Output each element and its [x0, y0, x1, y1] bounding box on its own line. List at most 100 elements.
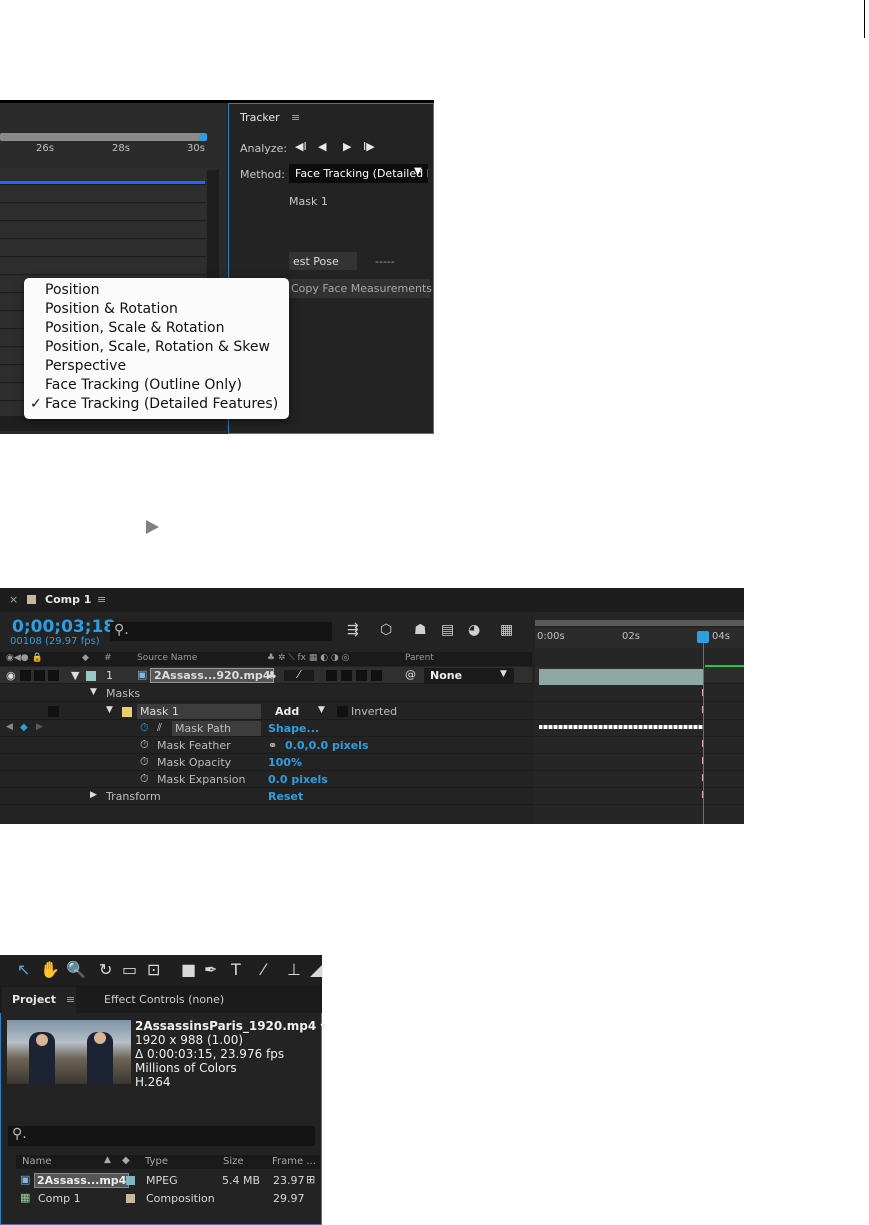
mask-path-value[interactable]: Shape... [268, 722, 319, 735]
stopwatch-icon[interactable]: ⏱ [140, 772, 149, 786]
expand-arrow-icon[interactable]: ▶ [90, 790, 97, 800]
menu-item[interactable]: Position & Rotation [45, 301, 178, 317]
label-color-swatch[interactable] [86, 671, 96, 681]
prev-keyframe-icon[interactable]: ◀ [6, 722, 13, 732]
search-icon[interactable]: ⚲. [114, 622, 129, 638]
sort-ascending-icon[interactable]: ▲ [104, 1155, 111, 1165]
selected-file-name[interactable]: 2AssassinsParis_1920.mp4 ▾ [135, 1019, 326, 1033]
motion-blur-icon[interactable]: ◕ [468, 622, 480, 638]
frame-blending-icon[interactable]: ▤ [441, 622, 454, 638]
graph-icon[interactable]: ⫽ [157, 721, 162, 735]
tab-project[interactable]: Project ≡ [2, 987, 76, 1013]
panel-menu-icon[interactable]: ≡ [97, 593, 106, 606]
expand-arrow-icon[interactable]: ▼ [71, 669, 79, 682]
eraser-tool-icon[interactable]: ◢ [310, 960, 322, 979]
quality-switch-icon[interactable]: ⁄ [298, 668, 300, 681]
clone-stamp-tool-icon[interactable]: ⊥ [287, 960, 301, 979]
type-column[interactable]: Type [145, 1156, 168, 1167]
pen-tool-icon[interactable]: ✒ [204, 960, 217, 979]
analyze-backward-icon[interactable]: ◀ [318, 140, 326, 153]
type-tool-icon[interactable]: T [231, 960, 241, 979]
chevron-down-icon[interactable]: ▼ [414, 166, 422, 177]
pick-whip-icon[interactable]: @ [405, 668, 416, 681]
item-name[interactable]: Comp 1 [38, 1192, 81, 1205]
rotate-tool-icon[interactable]: ↻ [99, 960, 112, 979]
analyze-back-frame-icon[interactable]: ◀I [295, 140, 307, 153]
selection-tool-icon[interactable]: ↖ [17, 960, 30, 979]
work-area-end-handle[interactable] [199, 133, 207, 141]
mask-path-keyframes[interactable] [539, 725, 704, 729]
expand-arrow-icon[interactable]: ▼ [106, 705, 113, 715]
panel-menu-icon[interactable]: ≡ [291, 111, 300, 124]
layer-duration-bar[interactable] [0, 181, 205, 184]
stopwatch-icon[interactable]: ⏱ [140, 738, 149, 752]
item-name[interactable]: 2Assass...mp4 [34, 1173, 130, 1188]
link-icon[interactable]: ⚭ [268, 739, 277, 752]
comp-tab-title[interactable]: Comp 1 [45, 593, 91, 606]
size-column[interactable]: Size [223, 1156, 244, 1167]
layer-row[interactable]: ◉ ▼ 1 ▣ 2Assass...920.mp4 ♣ ⁄ @ None ▼ [0, 667, 532, 684]
mask-mode-select[interactable]: Add [275, 705, 299, 718]
layer-search-input[interactable] [110, 622, 332, 641]
collapse-switch-icon[interactable]: ♣ [267, 669, 277, 682]
camera-tool-icon[interactable]: ▭ [122, 960, 137, 979]
label-color-swatch[interactable] [126, 1176, 135, 1185]
inverted-checkbox[interactable] [337, 706, 348, 717]
name-column[interactable]: Name [22, 1156, 52, 1167]
tab-effect-controls[interactable]: Effect Controls (none) [104, 993, 224, 1006]
masks-row[interactable]: ▼ Masks [0, 685, 532, 702]
draft-3d-icon[interactable]: ⬡ [380, 622, 392, 638]
mask-opacity-value[interactable]: 100% [268, 756, 302, 769]
layer-clip-bar[interactable] [539, 669, 704, 685]
mask-feather-row[interactable]: ⏱ Mask Feather ⚭ 0.0,0.0 pixels [0, 737, 532, 754]
label-color-swatch[interactable] [126, 1194, 135, 1203]
shy-layers-icon[interactable]: ☗ [414, 622, 427, 638]
search-icon[interactable]: ⚲. [12, 1126, 27, 1142]
eye-icon[interactable]: ◉ [6, 669, 16, 682]
current-time-indicator[interactable] [697, 631, 709, 643]
stopwatch-icon[interactable]: ⏱ [140, 755, 149, 769]
hand-tool-icon[interactable]: ✋ [40, 960, 60, 979]
menu-item[interactable]: Face Tracking (Outline Only) [45, 377, 242, 393]
rectangle-tool-icon[interactable]: ■ [181, 960, 196, 979]
keyframe-icon[interactable]: ◆ [20, 722, 28, 733]
analyze-forward-icon[interactable]: ▶ [343, 140, 351, 153]
menu-item[interactable]: Position, Scale, Rotation & Skew [45, 339, 270, 355]
comp-mini-flowchart-icon[interactable]: ⇶ [347, 622, 359, 638]
chevron-down-icon[interactable]: ▼ [500, 669, 507, 679]
mask-1-row[interactable]: ▼ Mask 1 Add ▼ Inverted [0, 703, 532, 720]
chevron-down-icon[interactable]: ▼ [318, 705, 325, 715]
analyze-forward-frame-icon[interactable]: I▶ [363, 140, 375, 153]
layer-source-name[interactable]: 2Assass...920.mp4 [150, 668, 275, 683]
mask-expansion-row[interactable]: ⏱ Mask Expansion 0.0 pixels [0, 771, 532, 788]
transform-reset[interactable]: Reset [268, 790, 303, 803]
source-name-column[interactable]: Source Name [137, 653, 197, 663]
best-pose-button[interactable]: est Pose [289, 252, 357, 270]
menu-item-selected[interactable]: Face Tracking (Detailed Features) [45, 396, 278, 412]
project-item-row[interactable]: ▣ 2Assass...mp4 MPEG 5.4 MB 23.97 ⊞ [16, 1172, 320, 1190]
menu-item[interactable]: Position [45, 282, 100, 298]
mask-expansion-value[interactable]: 0.0 pixels [268, 773, 328, 786]
mask-path-row[interactable]: ◀ ◆ ▶ ⏱ ⫽ Mask Path Shape... [0, 720, 532, 737]
project-item-row[interactable]: ▦ Comp 1 Composition 29.97 [16, 1190, 320, 1208]
mask-feather-value[interactable]: 0.0,0.0 pixels [285, 739, 369, 752]
pan-behind-tool-icon[interactable]: ⊡ [147, 960, 160, 979]
expand-arrow-icon[interactable]: ▼ [90, 687, 97, 697]
copy-face-measurements-button[interactable]: Copy Face Measurements [285, 279, 432, 298]
next-keyframe-icon[interactable]: ▶ [36, 722, 43, 732]
graph-editor-icon[interactable]: ▦ [500, 622, 513, 638]
brush-tool-icon[interactable]: ⁄ [262, 960, 265, 979]
current-time-display[interactable]: 0;00;03;18 [12, 617, 115, 637]
frame-rate-column[interactable]: Frame ... [272, 1156, 316, 1167]
mask-color-swatch[interactable] [122, 707, 132, 717]
mask-opacity-row[interactable]: ⏱ Mask Opacity 100% [0, 754, 532, 771]
project-search-input[interactable] [8, 1126, 315, 1146]
method-select[interactable]: Face Tracking (Detailed Features) [289, 164, 428, 183]
zoom-tool-icon[interactable]: 🔍 [66, 960, 86, 979]
menu-item[interactable]: Position, Scale & Rotation [45, 320, 224, 336]
flowchart-icon[interactable]: ⊞ [306, 1173, 315, 1186]
transform-row[interactable]: ▶ Transform Reset [0, 788, 532, 805]
panel-menu-icon[interactable]: ≡ [66, 993, 75, 1006]
menu-item[interactable]: Perspective [45, 358, 126, 374]
stopwatch-icon[interactable]: ⏱ [140, 721, 149, 735]
